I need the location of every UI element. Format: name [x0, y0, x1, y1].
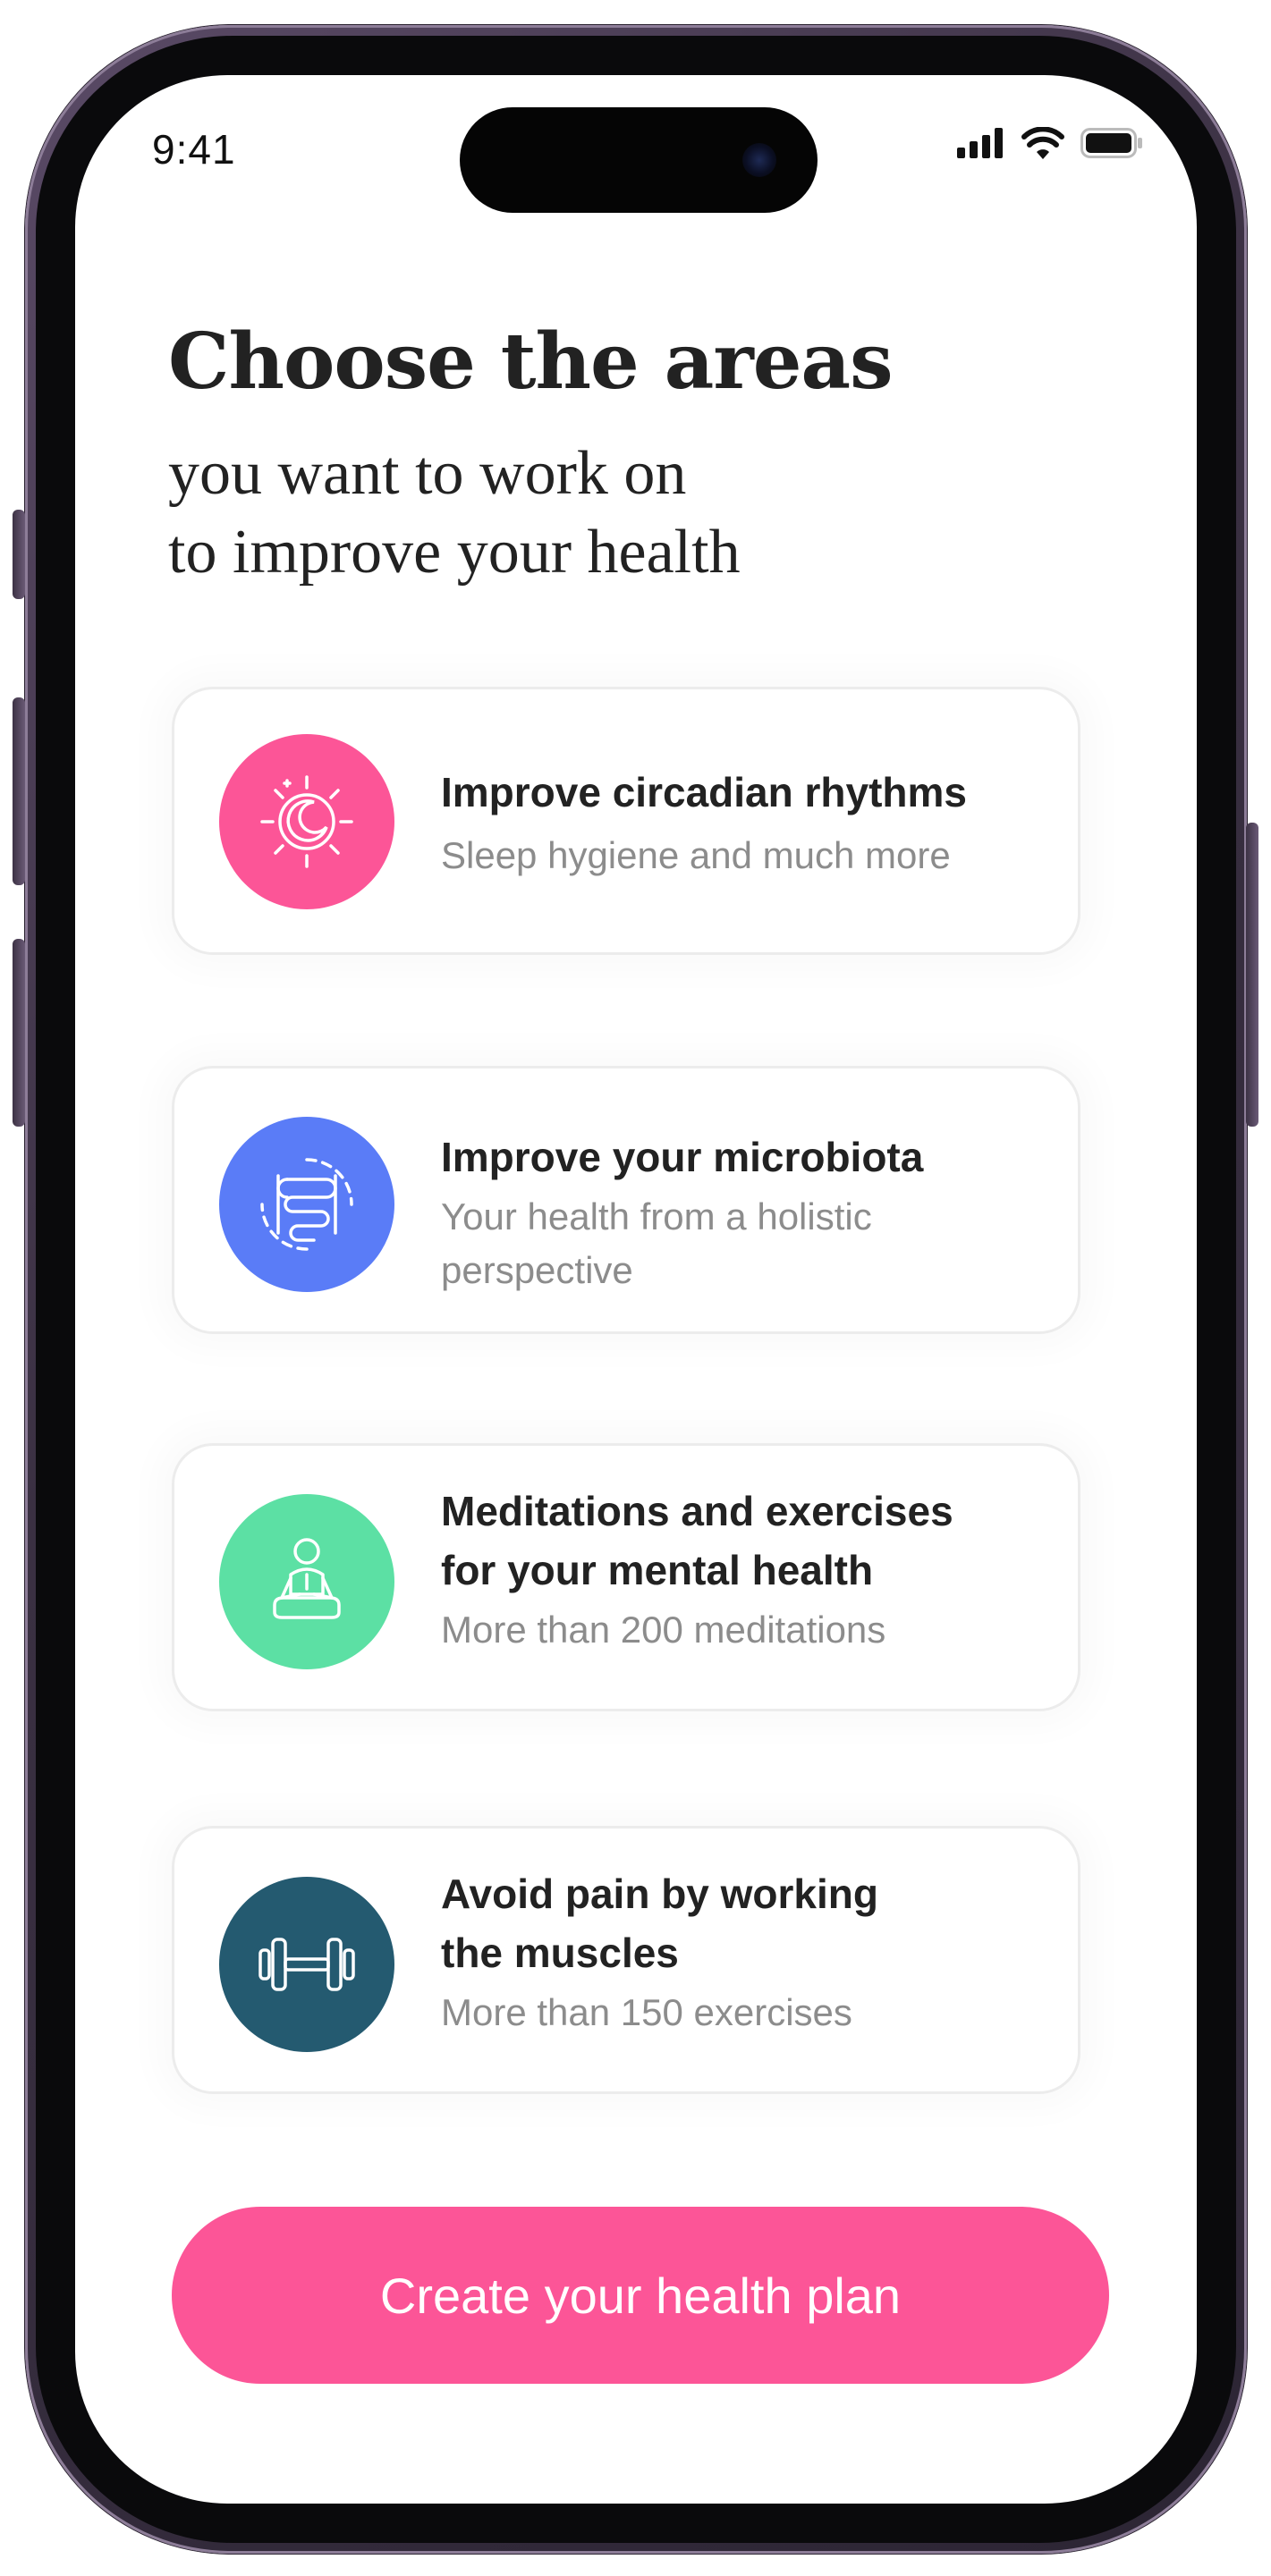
dumbbell-icon [258, 1938, 355, 1991]
volume-down-button [13, 939, 25, 1127]
icon-circle [219, 734, 394, 909]
card-title: Improve your microbiota [441, 1134, 924, 1180]
icon-circle [219, 1494, 394, 1669]
camera-icon [742, 143, 776, 177]
icon-circle [219, 1877, 394, 2052]
cta-label: Create your health plan [379, 2267, 902, 2324]
card-title: Improve circadian rhythms [441, 769, 967, 815]
subtitle-line-1: you want to work on [168, 439, 687, 508]
screen: 9:41 Choose the areas you want to work o… [75, 75, 1197, 2504]
status-time: 9:41 [152, 126, 236, 173]
card-subtitle: More than 200 meditations [441, 1609, 886, 1651]
page-title: Choose the areas [168, 317, 894, 407]
volume-up-button [13, 697, 25, 885]
card-subtitle-line-2: perspective [441, 1249, 633, 1291]
intestine-icon [260, 1158, 353, 1251]
moon-sun-icon [260, 775, 353, 868]
card-title-line-1: Meditations and exercises [441, 1488, 953, 1534]
card-subtitle-line-1: Your health from a holistic [441, 1195, 872, 1237]
power-button [1246, 823, 1258, 1127]
option-card-mental-health[interactable]: Meditations and exercises for your menta… [172, 1443, 1080, 1711]
wifi-icon [1021, 127, 1064, 159]
status-icons [957, 127, 1143, 159]
card-title-line-2: for your mental health [441, 1547, 874, 1593]
subtitle-line-2: to improve your health [168, 518, 741, 587]
card-title-line-1: Avoid pain by working [441, 1871, 878, 1917]
card-text: Meditations and exercises for your menta… [441, 1482, 1042, 1657]
card-subtitle: Sleep hygiene and much more [441, 834, 951, 876]
icon-circle [219, 1117, 394, 1292]
card-text: Improve your microbiota Your health from… [441, 1128, 1042, 1297]
meditation-icon [273, 1538, 341, 1619]
dynamic-island [460, 107, 818, 213]
page-subtitle: you want to work on to improve your heal… [168, 435, 741, 592]
option-card-circadian[interactable]: Improve circadian rhythms Sleep hygiene … [172, 687, 1080, 955]
option-card-muscles[interactable]: Avoid pain by working the muscles More t… [172, 1826, 1080, 2094]
create-health-plan-button[interactable]: Create your health plan [172, 2207, 1109, 2384]
card-text: Avoid pain by working the muscles More t… [441, 1864, 1042, 2040]
action-button [13, 510, 25, 599]
option-card-microbiota[interactable]: Improve your microbiota Your health from… [172, 1066, 1080, 1334]
battery-icon [1080, 128, 1142, 158]
card-text: Improve circadian rhythms Sleep hygiene … [441, 763, 1042, 883]
card-subtitle: More than 150 exercises [441, 1991, 852, 2033]
stage: 9:41 Choose the areas you want to work o… [0, 0, 1271, 2576]
card-title-line-2: the muscles [441, 1930, 679, 1976]
cellular-signal-icon [957, 128, 1003, 158]
